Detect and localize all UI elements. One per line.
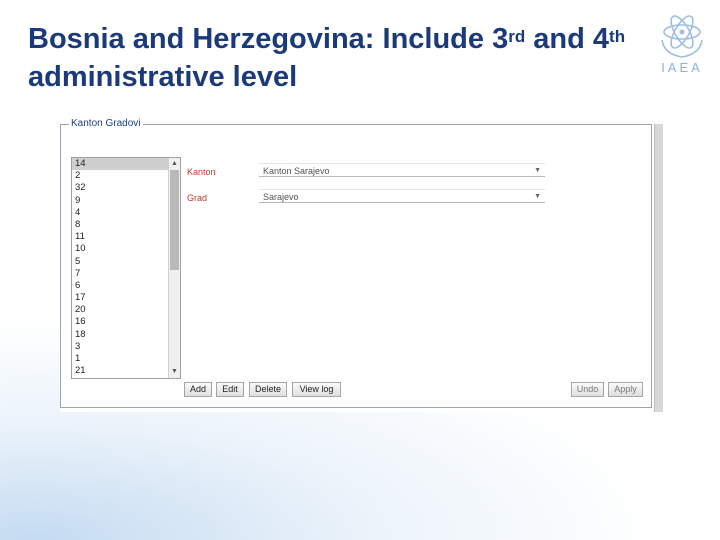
apply-button[interactable]: Apply [608, 382, 643, 397]
list-item[interactable]: 11 [72, 231, 180, 243]
id-listbox[interactable]: 14 2 32 9 4 8 11 10 5 7 6 17 20 16 18 3 1 21 ▲ ▼ [71, 157, 181, 379]
list-item[interactable]: 9 [72, 195, 180, 207]
title-prefix: Bosnia and Herzegovina: Include 3 [28, 23, 509, 55]
title-sup-rd: rd [508, 27, 526, 46]
list-item[interactable]: 20 [72, 304, 180, 316]
list-item[interactable]: 18 [72, 329, 180, 341]
kanton-gradovi-panel: Kanton Gradovi 14 2 32 9 4 8 11 10 5 7 6 17 20 16 18 3 1… [60, 118, 652, 408]
grad-select[interactable]: Sarajevo ▼ [259, 189, 545, 203]
grad-select-value: Sarajevo [263, 192, 299, 202]
view-log-button[interactable]: View log [292, 382, 341, 397]
list-item[interactable]: 4 [72, 207, 180, 219]
list-item[interactable]: 16 [72, 316, 180, 328]
kanton-label: Kanton [187, 167, 216, 177]
add-button[interactable]: Add [184, 382, 212, 397]
list-items: 14 2 32 9 4 8 11 10 5 7 6 17 20 16 18 3 1 21 [72, 158, 180, 377]
list-item[interactable]: 1 [72, 353, 180, 365]
window-scrollbar[interactable] [654, 124, 663, 412]
title-sup-th: th [609, 27, 626, 46]
iaea-logo: IAEA [652, 10, 712, 78]
list-item[interactable]: 17 [72, 292, 180, 304]
scroll-thumb[interactable] [170, 170, 179, 270]
chevron-down-icon[interactable]: ▼ [534, 190, 541, 204]
list-item[interactable]: 6 [72, 280, 180, 292]
list-item[interactable]: 7 [72, 268, 180, 280]
app-screenshot: Kanton Gradovi 14 2 32 9 4 8 11 10 5 7 6 17 20 16 18 3 1… [60, 118, 662, 412]
list-item[interactable]: 14 [72, 158, 180, 171]
list-item[interactable]: 3 [72, 341, 180, 353]
title-suffix: administrative level [28, 61, 298, 93]
chevron-down-icon[interactable]: ▼ [534, 164, 541, 178]
list-item[interactable]: 5 [72, 256, 180, 268]
edit-button[interactable]: Edit [216, 382, 244, 397]
list-item[interactable]: 32 [72, 182, 180, 194]
delete-button[interactable]: Delete [249, 382, 287, 397]
kanton-select[interactable]: Kanton Sarajevo ▼ [259, 163, 545, 177]
atom-icon [661, 15, 703, 58]
list-scrollbar[interactable]: ▲ ▼ [168, 158, 180, 378]
kanton-select-value: Kanton Sarajevo [263, 166, 330, 176]
list-item[interactable]: 10 [72, 243, 180, 255]
list-item[interactable]: 2 [72, 170, 180, 182]
scroll-down-icon[interactable]: ▼ [171, 368, 178, 376]
panel-legend: Kanton Gradovi [69, 118, 143, 129]
title-mid: and 4 [525, 23, 610, 55]
logo-text: IAEA [661, 60, 703, 75]
undo-button[interactable]: Undo [571, 382, 604, 397]
grad-label: Grad [187, 193, 208, 203]
list-item[interactable]: 8 [72, 219, 180, 231]
slide-title: Bosnia and Herzegovina: Include 3rd and … [28, 20, 668, 96]
list-item[interactable]: 21 [72, 365, 180, 377]
scroll-up-icon[interactable]: ▲ [171, 160, 178, 168]
